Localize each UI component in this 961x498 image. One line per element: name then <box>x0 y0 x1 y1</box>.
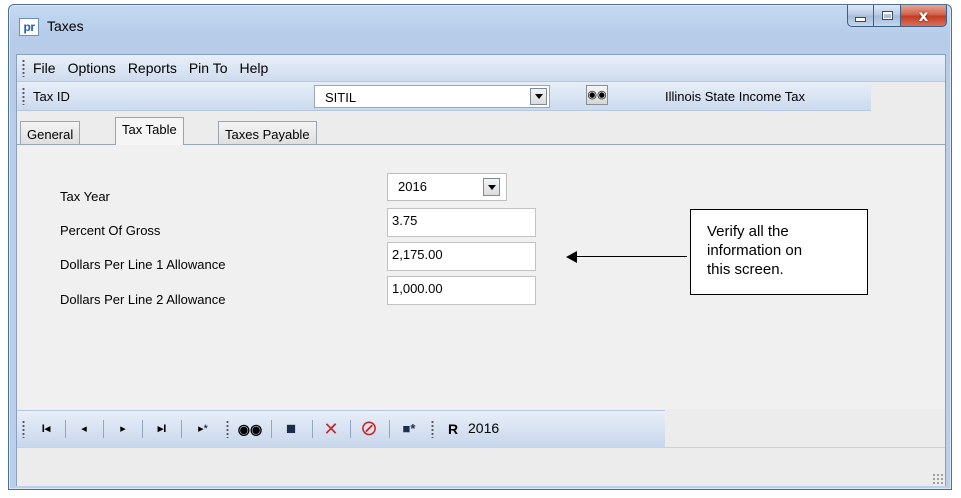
window-title: Taxes <box>47 18 84 34</box>
menu-options[interactable]: Options <box>68 60 116 76</box>
tax-id-toolbar: Tax ID SITIL ◉◉ Illinois State Income Ta… <box>17 82 871 111</box>
separator <box>312 420 313 438</box>
taxes-window: pr Taxes x File Options Reports Pin To H… <box>8 4 952 490</box>
first-record-button[interactable]: I◂ <box>35 420 57 438</box>
tax-year-value: 2016 <box>398 179 427 194</box>
nav-grip[interactable] <box>226 420 229 438</box>
callout-line-3: this screen. <box>707 261 784 278</box>
navigation-toolbar: I◂ ◂ ▸ ▸I ▸* ◉◉ ■ ✕ ⊘ ■* R 2016 <box>17 410 665 448</box>
percent-of-gross-label: Percent Of Gross <box>60 223 161 238</box>
find-button[interactable]: ◉◉ <box>237 420 263 438</box>
tab-taxes-payable[interactable]: Taxes Payable <box>218 121 317 145</box>
nav-grip[interactable] <box>431 420 434 438</box>
close-icon: x <box>918 6 929 25</box>
title-bar[interactable]: pr Taxes x <box>9 5 951 55</box>
callout-line-2: information on <box>707 242 803 259</box>
line1-allowance-label: Dollars Per Line 1 Allowance <box>60 257 226 272</box>
chevron-down-icon <box>534 94 543 99</box>
callout-arrow-line <box>575 256 687 257</box>
save-and-new-button[interactable]: ■* <box>396 420 422 438</box>
tax-table-panel: Tax Year 2016 Percent Of Gross 3.75 Doll… <box>17 144 945 409</box>
callout-line-1: Verify all the <box>707 223 789 240</box>
resize-grip-icon[interactable] <box>932 473 943 484</box>
save-new-icon: ■* <box>402 421 416 436</box>
tab-tax-table[interactable]: Tax Table <box>115 117 184 145</box>
report-icon: R <box>447 421 459 437</box>
tab-strip: General Tax Table Taxes Payable <box>17 117 945 145</box>
menu-bar: File Options Reports Pin To Help <box>17 55 945 82</box>
nav-grip[interactable] <box>22 420 25 438</box>
tax-year-dropdown-button[interactable] <box>483 178 500 196</box>
menu-grip[interactable] <box>22 59 25 77</box>
line2-allowance-field[interactable]: 1,000.00 <box>387 276 536 305</box>
client-area: File Options Reports Pin To Help Tax ID … <box>16 54 946 486</box>
next-record-button[interactable]: ▸ <box>112 420 134 438</box>
previous-record-button[interactable]: ◂ <box>73 420 95 438</box>
instruction-callout: Verify all the information on this scree… <box>690 209 868 295</box>
tax-id-label: Tax ID <box>33 89 70 104</box>
minimize-button[interactable] <box>847 5 874 27</box>
line2-allowance-label: Dollars Per Line 2 Allowance <box>60 292 226 307</box>
binoculars-icon: ◉◉ <box>587 89 607 101</box>
separator <box>181 420 182 438</box>
menu-help[interactable]: Help <box>240 60 269 76</box>
app-icon: pr <box>19 18 39 36</box>
callout-arrowhead <box>566 251 577 263</box>
separator <box>389 420 390 438</box>
close-button[interactable]: x <box>901 5 947 27</box>
maximize-button[interactable] <box>874 5 901 27</box>
chevron-down-icon <box>487 184 496 190</box>
find-tax-button[interactable]: ◉◉ <box>586 85 608 105</box>
percent-of-gross-field[interactable]: 3.75 <box>387 208 536 237</box>
tab-general[interactable]: General <box>20 121 81 145</box>
save-button[interactable]: ■ <box>279 420 303 438</box>
nav-year: 2016 <box>468 420 500 436</box>
separator <box>65 420 66 438</box>
menu-file[interactable]: File <box>33 60 56 76</box>
tax-id-dropdown-button[interactable] <box>530 88 547 105</box>
delete-x-icon: ✕ <box>323 419 339 439</box>
tax-year-combo[interactable]: 2016 <box>387 173 507 201</box>
report-button[interactable]: R <box>442 420 464 438</box>
separator <box>271 420 272 438</box>
separator <box>142 420 143 438</box>
menu-reports[interactable]: Reports <box>128 60 177 76</box>
last-record-button[interactable]: ▸I <box>151 420 173 438</box>
tax-id-combo[interactable]: SITIL <box>314 85 550 108</box>
tax-id-value: SITIL <box>325 90 357 105</box>
maximize-icon <box>881 11 893 20</box>
cancel-icon: ⊘ <box>360 417 378 440</box>
menu-pin-to[interactable]: Pin To <box>189 60 228 76</box>
minimize-icon <box>855 17 866 22</box>
separator <box>350 420 351 438</box>
tax-description: Illinois State Income Tax <box>665 89 805 104</box>
toolbar-grip[interactable] <box>22 87 25 105</box>
line1-allowance-field[interactable]: 2,175.00 <box>387 242 536 271</box>
new-record-button[interactable]: ▸* <box>190 420 216 438</box>
separator <box>103 420 104 438</box>
delete-button[interactable]: ✕ <box>320 420 342 438</box>
window-controls: x <box>847 5 947 27</box>
cancel-button[interactable]: ⊘ <box>357 417 381 440</box>
status-bar <box>17 447 945 486</box>
tax-year-label: Tax Year <box>60 189 110 204</box>
binoculars-icon: ◉◉ <box>237 421 263 437</box>
floppy-disk-icon: ■ <box>285 419 297 438</box>
